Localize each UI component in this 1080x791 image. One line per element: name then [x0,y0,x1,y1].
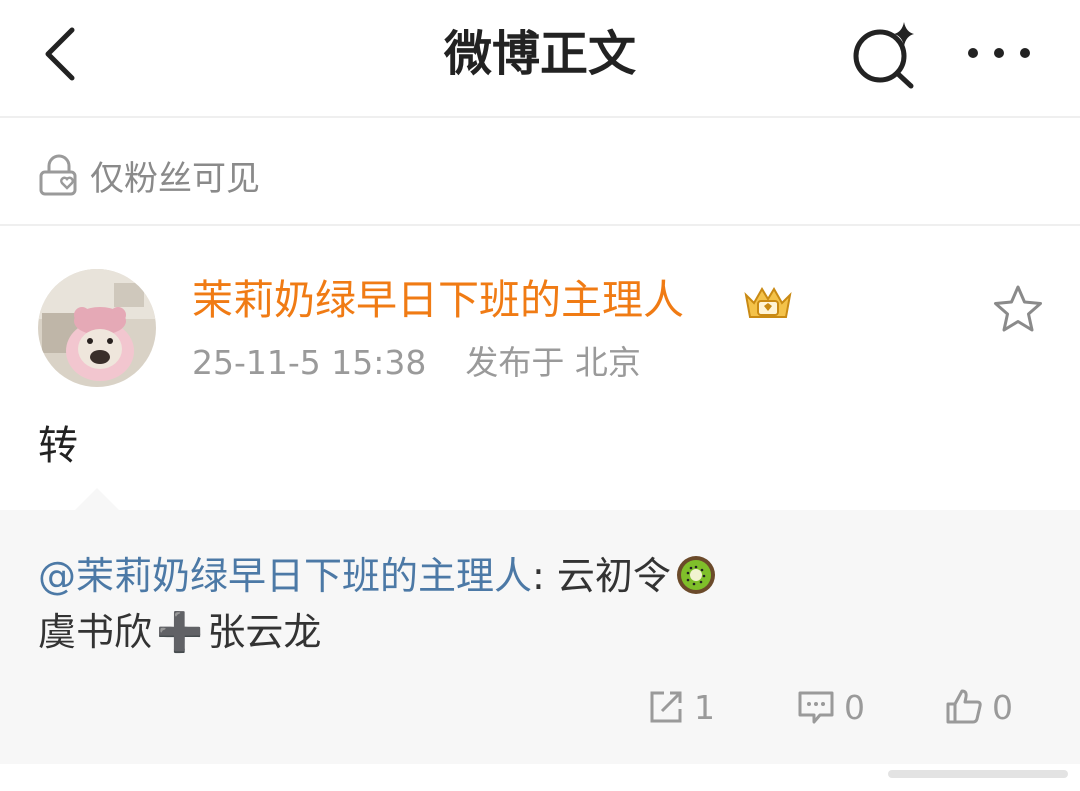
post-datetime: 25-11-5 15:38 [192,343,427,382]
more-dots-icon[interactable] [962,30,1036,76]
retweet-text-line1: @茉莉奶绿早日下班的主理人: 云初令 [38,548,717,604]
repost-count: 1 [694,687,715,727]
post-location: 发布于 北京 [465,343,641,382]
retweet-author-mention[interactable]: @茉莉奶绿早日下班的主理人 [38,554,532,598]
retweet-text-line2: 虞书欣 ➕ 张云龙 [38,604,321,660]
kiwi-emoji-icon [676,555,715,594]
section-divider [0,224,1080,226]
top-navigation-bar: 微博正文 [0,0,1080,116]
thumbs-up-icon [946,689,982,724]
comment-count: 0 [844,687,865,727]
post-text: 转 [38,423,78,469]
repost-button[interactable]: 1 [646,682,715,732]
vip-crown-badge-icon [744,287,792,318]
repost-icon [650,691,682,723]
like-button[interactable]: 0 [944,682,1013,732]
lock-heart-icon [39,154,77,196]
visibility-indicator: 仅粉丝可见 [36,150,260,200]
avatar-dog-image [38,269,156,387]
retweet-name-a: 虞书欣 [38,610,153,654]
star-outline-icon[interactable] [990,282,1046,338]
horizontal-scrollbar[interactable] [888,770,1068,778]
header-divider [0,116,1080,118]
like-count: 0 [992,687,1013,727]
author-name[interactable]: 茉莉奶绿早日下班的主理人 [192,270,684,330]
retweet-name-b: 张云龙 [207,610,322,654]
retweet-content: 云初令 [556,554,671,598]
post-meta: 25-11-5 15:38 发布于 北京 [192,338,641,388]
comment-button[interactable]: 0 [796,682,865,732]
visibility-label: 仅粉丝可见 [90,158,260,199]
search-sparkle-icon[interactable] [848,18,920,90]
retweet-notch [75,488,119,510]
plus-emoji: ➕ [156,610,204,654]
avatar[interactable] [38,269,156,387]
comment-icon [798,691,834,724]
